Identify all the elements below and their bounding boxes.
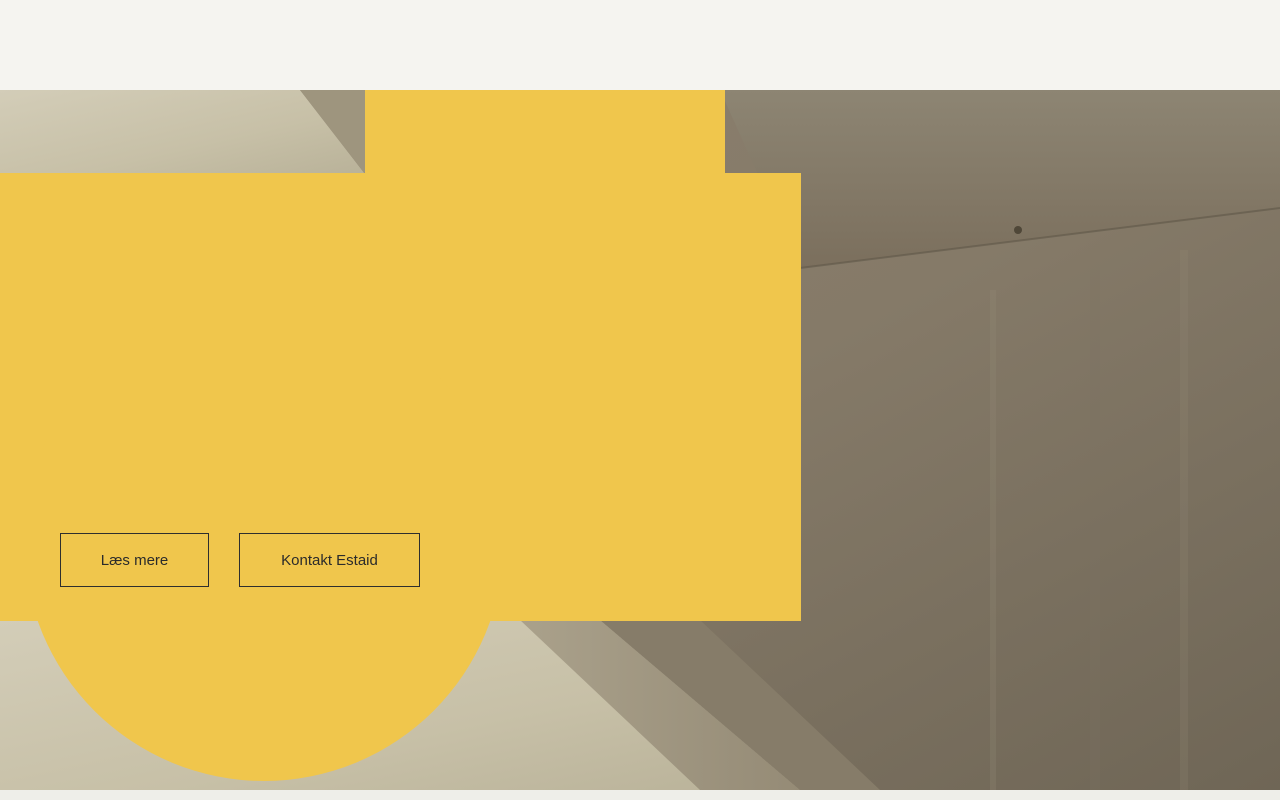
read-more-button[interactable]: Læs mere: [60, 533, 209, 587]
site-header: [0, 0, 1280, 90]
accent-shape-top: [365, 90, 725, 174]
contact-button[interactable]: Kontakt Estaid: [239, 533, 420, 587]
hero-section: Læs mere Kontakt Estaid: [0, 90, 1280, 790]
page-bottom-strip: [0, 790, 1280, 800]
